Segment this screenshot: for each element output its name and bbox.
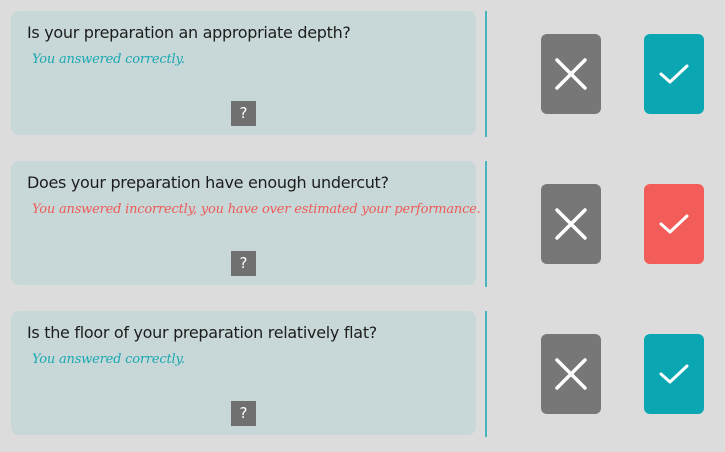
feedback-text: You answered incorrectly, you have over … — [32, 202, 481, 217]
answer-yes-button[interactable] — [644, 34, 704, 114]
check-icon — [659, 364, 689, 384]
x-icon — [555, 58, 587, 90]
question-text: Does your preparation have enough underc… — [27, 173, 389, 192]
question-card: Is your preparation an appropriate depth… — [11, 11, 476, 135]
help-button[interactable]: ? — [231, 401, 256, 426]
divider — [485, 311, 487, 437]
check-icon — [659, 214, 689, 234]
answer-yes-button[interactable] — [644, 334, 704, 414]
question-card: Does your preparation have enough underc… — [11, 161, 481, 285]
feedback-text: You answered correctly. — [32, 52, 185, 67]
question-row: Is your preparation an appropriate depth… — [0, 11, 725, 137]
divider — [485, 11, 487, 137]
answer-yes-button[interactable] — [644, 184, 704, 264]
question-text: Is your preparation an appropriate depth… — [27, 23, 351, 42]
answer-no-button[interactable] — [541, 34, 601, 114]
help-button[interactable]: ? — [231, 101, 256, 126]
check-icon — [659, 64, 689, 84]
divider — [485, 161, 487, 287]
question-row: Is the floor of your preparation relativ… — [0, 311, 725, 437]
x-icon — [555, 358, 587, 390]
feedback-text: You answered correctly. — [32, 352, 185, 367]
question-card: Is the floor of your preparation relativ… — [11, 311, 476, 435]
answer-no-button[interactable] — [541, 334, 601, 414]
question-row: Does your preparation have enough underc… — [0, 161, 725, 287]
answer-no-button[interactable] — [541, 184, 601, 264]
x-icon — [555, 208, 587, 240]
help-button[interactable]: ? — [231, 251, 256, 276]
question-text: Is the floor of your preparation relativ… — [27, 323, 377, 342]
